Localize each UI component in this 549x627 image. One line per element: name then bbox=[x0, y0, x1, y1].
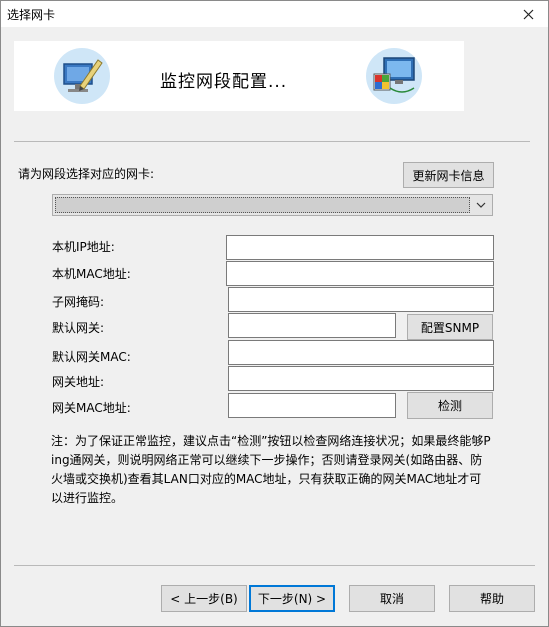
detect-button[interactable]: 检测 bbox=[407, 392, 493, 419]
local-mac-label: 本机MAC地址: bbox=[52, 267, 131, 281]
gateway-mac-field[interactable] bbox=[228, 393, 396, 418]
gateway-address-label: 网关地址: bbox=[52, 375, 105, 389]
gateway-address-field[interactable] bbox=[228, 366, 494, 391]
title-bar: 选择网卡 bbox=[1, 1, 548, 27]
help-button[interactable]: 帮助 bbox=[449, 585, 535, 612]
gateway-mac-default-field[interactable] bbox=[228, 340, 494, 365]
local-ip-label: 本机IP地址: bbox=[52, 240, 115, 254]
subnet-mask-field[interactable] bbox=[228, 287, 494, 312]
local-ip-field[interactable] bbox=[226, 235, 494, 260]
default-gateway-field[interactable] bbox=[228, 313, 396, 338]
window-title: 选择网卡 bbox=[7, 8, 56, 22]
gateway-mac-default-label: 默认网关MAC: bbox=[52, 350, 131, 364]
edit-pc-icon bbox=[54, 48, 110, 104]
dialog-window: 选择网卡 监控网段配置... 请为网段选择对应的网卡: 更新网卡信息 本机IP地… bbox=[0, 0, 549, 627]
network-monitor-icon bbox=[366, 48, 422, 104]
gateway-mac-label: 网关MAC地址: bbox=[52, 401, 131, 415]
header-separator bbox=[14, 141, 530, 142]
banner-title: 监控网段配置... bbox=[160, 72, 288, 92]
nic-select-value bbox=[55, 197, 470, 213]
close-button[interactable] bbox=[508, 1, 548, 27]
footer-separator bbox=[14, 565, 535, 566]
configure-snmp-button[interactable]: 配置SNMP bbox=[407, 314, 493, 340]
default-gateway-label: 默认网关: bbox=[52, 321, 105, 335]
next-button[interactable]: 下一步(N) > bbox=[249, 585, 335, 612]
chevron-down-icon[interactable] bbox=[473, 196, 489, 214]
subnet-mask-label: 子网掩码: bbox=[52, 295, 105, 309]
note-text: 注：为了保证正常监控，建议点击“检测”按钮以检查网络连接状况；如果最终能够Pin… bbox=[51, 434, 491, 505]
local-mac-field[interactable] bbox=[226, 261, 494, 286]
nic-prompt: 请为网段选择对应的网卡: bbox=[18, 167, 155, 181]
refresh-nic-button[interactable]: 更新网卡信息 bbox=[403, 162, 494, 188]
nic-select[interactable] bbox=[52, 194, 493, 216]
back-button[interactable]: < 上一步(B) bbox=[161, 585, 247, 612]
header-banner: 监控网段配置... bbox=[14, 41, 464, 111]
cancel-button[interactable]: 取消 bbox=[349, 585, 435, 612]
close-icon bbox=[523, 9, 533, 19]
